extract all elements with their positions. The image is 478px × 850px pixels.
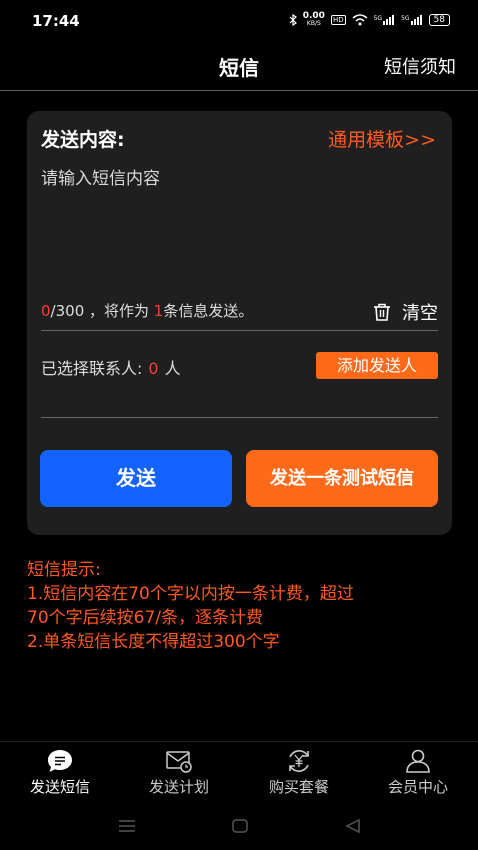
- char-counter: 0/300 ，将作为 1条信息发送。: [41, 300, 253, 321]
- tips-title: 短信提示:: [27, 560, 101, 580]
- contacts-count: 0: [148, 359, 159, 378]
- contacts-row: 已选择联系人: 0 人: [41, 355, 181, 379]
- signal-2-icon: 5G: [401, 15, 422, 25]
- message-count-suffix: 条信息发送。: [163, 302, 254, 320]
- tab-label: 购买套餐: [268, 778, 329, 796]
- status-time: 17:44: [32, 12, 80, 30]
- contacts-unit: 人: [164, 359, 181, 378]
- status-bar: 17:44 0.00 KB/S HD 5G 5G 58: [0, 0, 478, 40]
- system-nav-bar: [0, 808, 478, 850]
- clear-label: 清空: [402, 303, 438, 324]
- compose-card: 发送内容: 通用模板>> 请输入短信内容 0/300 ，将作为 1条信息发送。 …: [27, 111, 452, 535]
- tab-send-sms[interactable]: 发送短信: [0, 748, 120, 797]
- clear-button[interactable]: 清空: [372, 299, 438, 325]
- yen-refresh-icon: [289, 750, 309, 772]
- char-count: 0: [41, 302, 51, 320]
- contacts-label: 已选择联系人:: [41, 359, 143, 378]
- bluetooth-icon: [289, 14, 297, 26]
- bottom-tab-bar: 发送短信 发送计划 购买套餐 会员中心: [0, 741, 478, 804]
- network-speed: 0.00 KB/S: [302, 11, 325, 28]
- char-limit-text: /300 ，将作为: [50, 302, 149, 320]
- divider: [41, 330, 438, 331]
- battery-icon: 58: [428, 14, 450, 26]
- tab-buy-package[interactable]: 购买套餐: [239, 748, 359, 797]
- trash-icon: [374, 303, 390, 321]
- tips-line: 70个字后续按67/条，逐条计费: [27, 608, 263, 628]
- add-recipient-button[interactable]: 添加发送人: [316, 352, 438, 379]
- message-icon: [48, 750, 72, 772]
- send-button[interactable]: 发送: [40, 450, 232, 507]
- sms-notice-link[interactable]: 短信须知: [384, 53, 456, 79]
- message-count: 1: [153, 302, 164, 320]
- content-label: 发送内容:: [41, 129, 125, 151]
- menu-icon[interactable]: [118, 818, 136, 834]
- home-icon[interactable]: [231, 818, 249, 834]
- signal-1-icon: 5G: [374, 15, 395, 25]
- send-test-button[interactable]: 发送一条测试短信: [246, 450, 438, 507]
- wifi-icon: [352, 14, 368, 26]
- status-icons: 0.00 KB/S HD 5G 5G 58: [289, 12, 450, 28]
- tab-member-center[interactable]: 会员中心: [358, 748, 478, 797]
- divider: [41, 417, 438, 418]
- person-icon: [406, 749, 430, 773]
- sms-tips: 短信提示: 1.短信内容在70个字以内按一条计费，超过 70个字后续按67/条，…: [27, 558, 457, 654]
- tab-label: 发送短信: [29, 778, 90, 796]
- tab-label: 发送计划: [148, 778, 209, 796]
- template-link[interactable]: 通用模板>>: [328, 125, 436, 152]
- tab-send-plan[interactable]: 发送计划: [119, 748, 239, 797]
- tab-label: 会员中心: [387, 778, 448, 796]
- back-icon[interactable]: [344, 818, 362, 834]
- tips-line: 1.短信内容在70个字以内按一条计费，超过: [27, 584, 354, 604]
- message-input[interactable]: 请输入短信内容: [41, 164, 160, 189]
- tips-line: 2.单条短信长度不得超过300个字: [27, 632, 280, 652]
- header: 短信 短信须知: [0, 44, 478, 91]
- hd-badge: HD: [330, 15, 346, 25]
- envelope-clock-icon: [166, 751, 192, 773]
